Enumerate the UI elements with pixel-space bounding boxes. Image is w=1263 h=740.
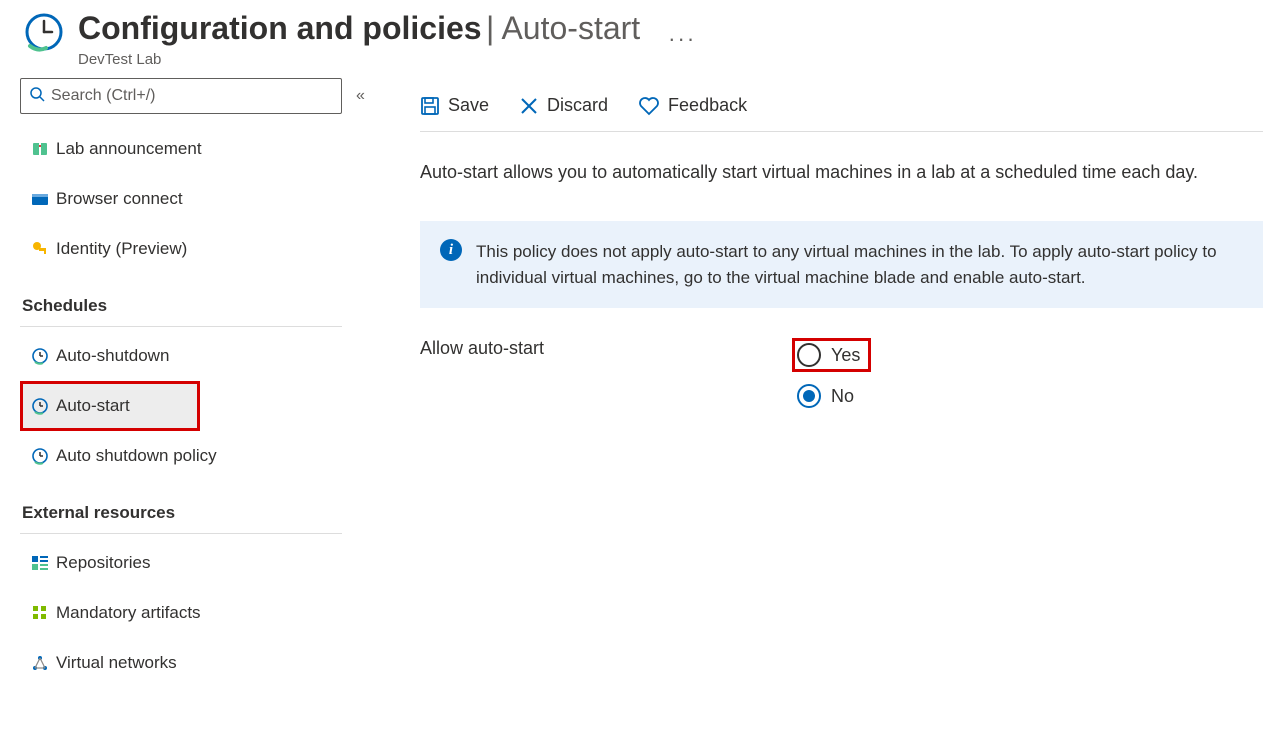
sidebar-item-label: Identity (Preview) bbox=[56, 239, 187, 259]
sidebar-item-label: Lab announcement bbox=[56, 139, 202, 159]
sidebar-item-lab-announcement[interactable]: Lab announcement bbox=[20, 124, 370, 174]
more-actions-button[interactable]: ··· bbox=[668, 26, 696, 52]
repositories-icon bbox=[24, 554, 56, 572]
divider bbox=[20, 533, 342, 534]
browser-icon bbox=[24, 190, 56, 208]
allow-auto-start-label: Allow auto-start bbox=[420, 338, 792, 359]
sidebar-item-identity[interactable]: Identity (Preview) bbox=[20, 224, 370, 274]
clock-icon bbox=[24, 347, 56, 365]
page-header: Configuration and policies | Auto-start … bbox=[0, 0, 1263, 72]
sidebar-section-external: External resources bbox=[20, 481, 370, 529]
sidebar-item-auto-start[interactable]: Auto-start bbox=[20, 381, 200, 431]
sidebar-item-auto-shutdown-policy[interactable]: Auto shutdown policy bbox=[20, 431, 370, 481]
sidebar-item-label: Auto-start bbox=[56, 396, 130, 416]
radio-selected-icon bbox=[797, 384, 821, 408]
heart-icon bbox=[638, 96, 660, 116]
divider bbox=[20, 326, 342, 327]
sidebar-item-label: Repositories bbox=[56, 553, 151, 573]
sidebar-item-label: Mandatory artifacts bbox=[56, 603, 201, 623]
close-icon bbox=[519, 96, 539, 116]
radio-icon bbox=[797, 343, 821, 367]
announcement-icon bbox=[24, 140, 56, 158]
sidebar-item-label: Auto-shutdown bbox=[56, 346, 169, 366]
save-button[interactable]: Save bbox=[420, 95, 489, 116]
sidebar-item-virtual-networks[interactable]: Virtual networks bbox=[20, 638, 370, 678]
key-icon bbox=[24, 240, 56, 258]
collapse-sidebar-button[interactable]: « bbox=[356, 87, 365, 105]
search-input-wrap[interactable] bbox=[20, 78, 342, 114]
sidebar-item-auto-shutdown[interactable]: Auto-shutdown bbox=[20, 331, 370, 381]
search-input[interactable] bbox=[51, 87, 333, 105]
info-icon: i bbox=[440, 239, 462, 261]
sidebar-item-repositories[interactable]: Repositories bbox=[20, 538, 370, 588]
allow-auto-start-yes-radio[interactable]: Yes bbox=[797, 343, 860, 367]
discard-button[interactable]: Discard bbox=[519, 95, 608, 116]
info-banner: i This policy does not apply auto-start … bbox=[420, 221, 1263, 308]
page-title: Configuration and policies bbox=[78, 10, 482, 46]
sidebar-section-schedules: Schedules bbox=[20, 274, 370, 322]
allow-auto-start-no-radio[interactable]: No bbox=[792, 384, 871, 408]
clock-icon bbox=[24, 397, 56, 415]
page-subtitle: | Auto-start bbox=[486, 10, 640, 46]
lab-clock-icon bbox=[20, 10, 68, 58]
search-icon bbox=[29, 86, 45, 107]
network-icon bbox=[24, 654, 56, 672]
artifacts-icon bbox=[24, 604, 56, 622]
sidebar-item-mandatory-artifacts[interactable]: Mandatory artifacts bbox=[20, 588, 370, 638]
info-text: This policy does not apply auto-start to… bbox=[476, 239, 1243, 290]
command-toolbar: Save Discard Feedback bbox=[420, 80, 1263, 132]
description-text: Auto-start allows you to automatically s… bbox=[420, 162, 1263, 183]
sidebar-item-label: Browser connect bbox=[56, 189, 183, 209]
feedback-button[interactable]: Feedback bbox=[638, 95, 747, 116]
clock-icon bbox=[24, 447, 56, 465]
sidebar-item-label: Virtual networks bbox=[56, 653, 177, 673]
sidebar-item-browser-connect[interactable]: Browser connect bbox=[20, 174, 370, 224]
save-icon bbox=[420, 96, 440, 116]
sidebar-item-label: Auto shutdown policy bbox=[56, 446, 217, 466]
breadcrumb: DevTest Lab bbox=[78, 51, 640, 68]
